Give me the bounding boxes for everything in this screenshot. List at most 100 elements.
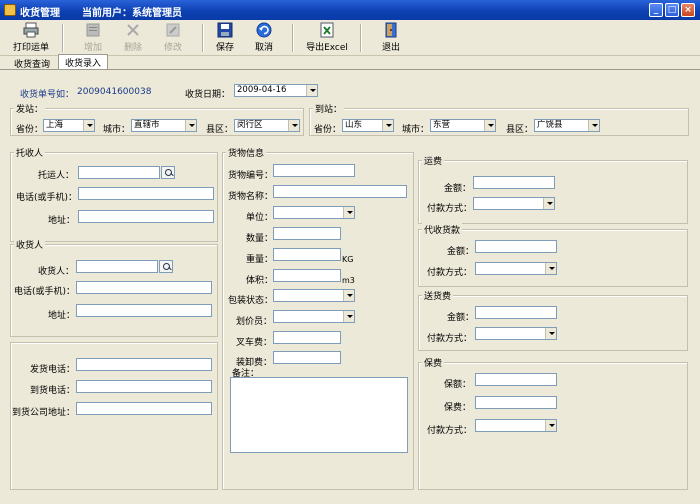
- close-button[interactable]: ×: [681, 3, 695, 17]
- toolbar: 打印运单 增加 删除 修改 保存 取消 导出Excel 退出: [0, 20, 700, 56]
- origin-city-label: 城市：: [103, 125, 131, 135]
- dest-province-select[interactable]: 山东: [342, 119, 394, 132]
- minimize-button[interactable]: _: [649, 3, 663, 17]
- consignee-name-input[interactable]: [76, 260, 158, 273]
- window-title: 收货管理: [20, 8, 60, 19]
- company-address-input[interactable]: [76, 402, 212, 415]
- arrive-phone-label: 到货电话：: [30, 386, 76, 396]
- tab-receipt-query[interactable]: 收货查询: [8, 56, 56, 70]
- save-icon: [217, 22, 233, 38]
- freight-pay-select[interactable]: [473, 197, 555, 210]
- cod-pay-select[interactable]: [475, 262, 557, 275]
- cod-pay-label: 付款方式：: [427, 268, 473, 278]
- print-label: 打印运单: [12, 43, 49, 53]
- origin-district-select[interactable]: 闵行区: [234, 119, 300, 132]
- cancel-button[interactable]: 取消: [237, 22, 291, 54]
- origin-district-value: 闵行区: [237, 120, 263, 130]
- order-number-value: 2009041600038: [77, 87, 152, 97]
- remark-textarea[interactable]: [230, 377, 408, 453]
- shipper-address-label: 地址：: [48, 216, 76, 226]
- dest-district-label: 县区：: [506, 125, 534, 135]
- current-user-label: 当前用户：系统管理员: [82, 8, 182, 19]
- premium-input[interactable]: [475, 396, 557, 409]
- export-excel-button[interactable]: 导出Excel: [300, 22, 354, 54]
- goods-code-input[interactable]: [273, 164, 355, 177]
- shipper-search-icon[interactable]: [161, 166, 175, 179]
- volume-label: 体积：: [246, 276, 274, 286]
- delivery-pay-label: 付款方式：: [427, 334, 473, 344]
- shipper-name-input[interactable]: [78, 166, 160, 179]
- volume-unit: m3: [342, 276, 355, 285]
- origin-province-label: 省份：: [16, 125, 44, 135]
- forklift-fee-input[interactable]: [273, 331, 341, 344]
- dest-district-select[interactable]: 广饶县: [534, 119, 600, 132]
- exit-door-icon: [385, 22, 397, 38]
- shipper-phone-label: 电话(或手机)：: [16, 193, 78, 203]
- consignee-phone-input[interactable]: [76, 281, 212, 294]
- origin-province-select[interactable]: 上海: [43, 119, 95, 132]
- destination-station-title: 到站：: [313, 102, 345, 115]
- send-phone-input[interactable]: [76, 358, 212, 371]
- cod-amount-input[interactable]: [475, 240, 557, 253]
- premium-label: 保费：: [444, 403, 472, 413]
- shipper-title: 托收人: [14, 146, 46, 159]
- origin-province-value: 上海: [46, 120, 64, 130]
- insured-amount-input[interactable]: [475, 373, 557, 386]
- origin-city-value: 直辖市: [134, 120, 160, 130]
- origin-city-select[interactable]: 直辖市: [131, 119, 197, 132]
- toolbar-separator: [292, 24, 294, 52]
- consignee-address-label: 地址：: [48, 311, 76, 321]
- delivery-pay-select[interactable]: [475, 327, 557, 340]
- weight-input[interactable]: [273, 248, 341, 261]
- loading-fee-input[interactable]: [273, 351, 341, 364]
- shipper-phone-input[interactable]: [78, 187, 214, 200]
- consignee-address-input[interactable]: [76, 304, 212, 317]
- print-button[interactable]: 打印运单: [4, 22, 58, 54]
- consignee-search-icon[interactable]: [159, 260, 173, 273]
- tab-receipt-entry[interactable]: 收货录入: [58, 54, 109, 70]
- chevron-down-icon: [306, 85, 317, 96]
- chevron-down-icon: [288, 120, 299, 131]
- exit-button[interactable]: 退出: [364, 22, 418, 54]
- receipt-date-picker[interactable]: 2009-04-16: [234, 84, 318, 97]
- dest-city-value: 东营: [433, 120, 451, 130]
- arrive-phone-input[interactable]: [76, 380, 212, 393]
- edit-button[interactable]: 修改: [146, 22, 200, 54]
- edit-label: 修改: [163, 43, 182, 53]
- goods-code-label: 货物编号：: [228, 171, 274, 181]
- dest-city-select[interactable]: 东营: [430, 119, 496, 132]
- origin-station-title: 发站：: [14, 102, 46, 115]
- receipt-date-value: 2009-04-16: [237, 85, 287, 95]
- dest-district-value: 广饶县: [537, 120, 563, 130]
- edit-icon: [166, 23, 180, 37]
- pricer-select[interactable]: [273, 310, 355, 323]
- freight-amount-input[interactable]: [473, 176, 555, 189]
- chevron-down-icon: [588, 120, 599, 131]
- insurance-pay-select[interactable]: [475, 419, 557, 432]
- shipper-address-input[interactable]: [78, 210, 214, 223]
- packing-select[interactable]: [273, 289, 355, 302]
- chevron-down-icon: [382, 120, 393, 131]
- chevron-down-icon: [343, 207, 354, 218]
- volume-input[interactable]: [273, 269, 341, 282]
- delivery-amount-input[interactable]: [475, 306, 557, 319]
- unit-label: 单位：: [246, 213, 274, 223]
- shipper-name-label: 托运人：: [38, 171, 75, 181]
- order-number-label: 收货单号如：: [20, 90, 75, 100]
- chevron-down-icon: [343, 311, 354, 322]
- weight-unit: KG: [342, 255, 354, 264]
- forklift-fee-label: 叉车费：: [236, 338, 273, 348]
- send-phone-label: 发货电话：: [30, 365, 76, 375]
- exit-label: 退出: [381, 43, 400, 53]
- dest-city-label: 城市：: [402, 125, 430, 135]
- consignee-phone-label: 电话(或手机)：: [14, 287, 76, 297]
- chevron-down-icon: [484, 120, 495, 131]
- insurance-title: 保费: [422, 356, 445, 369]
- maximize-button[interactable]: □: [665, 3, 679, 17]
- toolbar-separator: [360, 24, 362, 52]
- chevron-down-icon: [83, 120, 94, 131]
- goods-name-input[interactable]: [273, 185, 407, 198]
- quantity-input[interactable]: [273, 227, 341, 240]
- receipt-date-label: 收货日期：: [185, 90, 231, 100]
- unit-select[interactable]: [273, 206, 355, 219]
